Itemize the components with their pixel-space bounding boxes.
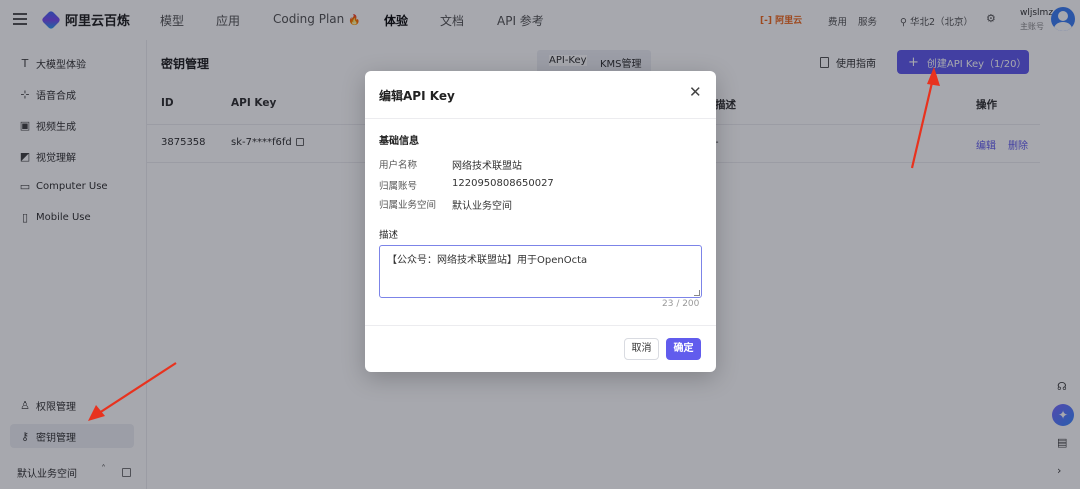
edit-api-key-dialog: 编辑API Key ✕ 基础信息 用户名称 网络技术联盟站 归属账号 12209… <box>365 71 716 372</box>
close-icon[interactable]: ✕ <box>689 85 702 100</box>
basic-info-heading: 基础信息 <box>379 136 419 147</box>
character-counter: 23 / 200 <box>662 299 700 309</box>
cancel-button[interactable]: 取消 <box>624 338 659 360</box>
field-value-user-name: 网络技术联盟站 <box>452 161 522 172</box>
divider <box>365 325 716 326</box>
field-value-workspace: 默认业务空间 <box>452 201 512 212</box>
field-value-account: 1220950808650027 <box>452 178 554 189</box>
divider <box>365 118 716 119</box>
confirm-button[interactable]: 确定 <box>666 338 701 360</box>
description-textarea[interactable]: 【公众号：网络技术联盟站】用于OpenOcta <box>379 245 702 298</box>
field-label-account: 归属账号 <box>379 181 418 192</box>
field-label-user-name: 用户名称 <box>379 160 418 171</box>
description-label: 描述 <box>379 230 399 241</box>
field-label-workspace: 归属业务空间 <box>379 200 437 211</box>
resize-handle[interactable] <box>694 290 700 296</box>
dialog-title: 编辑API Key <box>379 89 455 103</box>
